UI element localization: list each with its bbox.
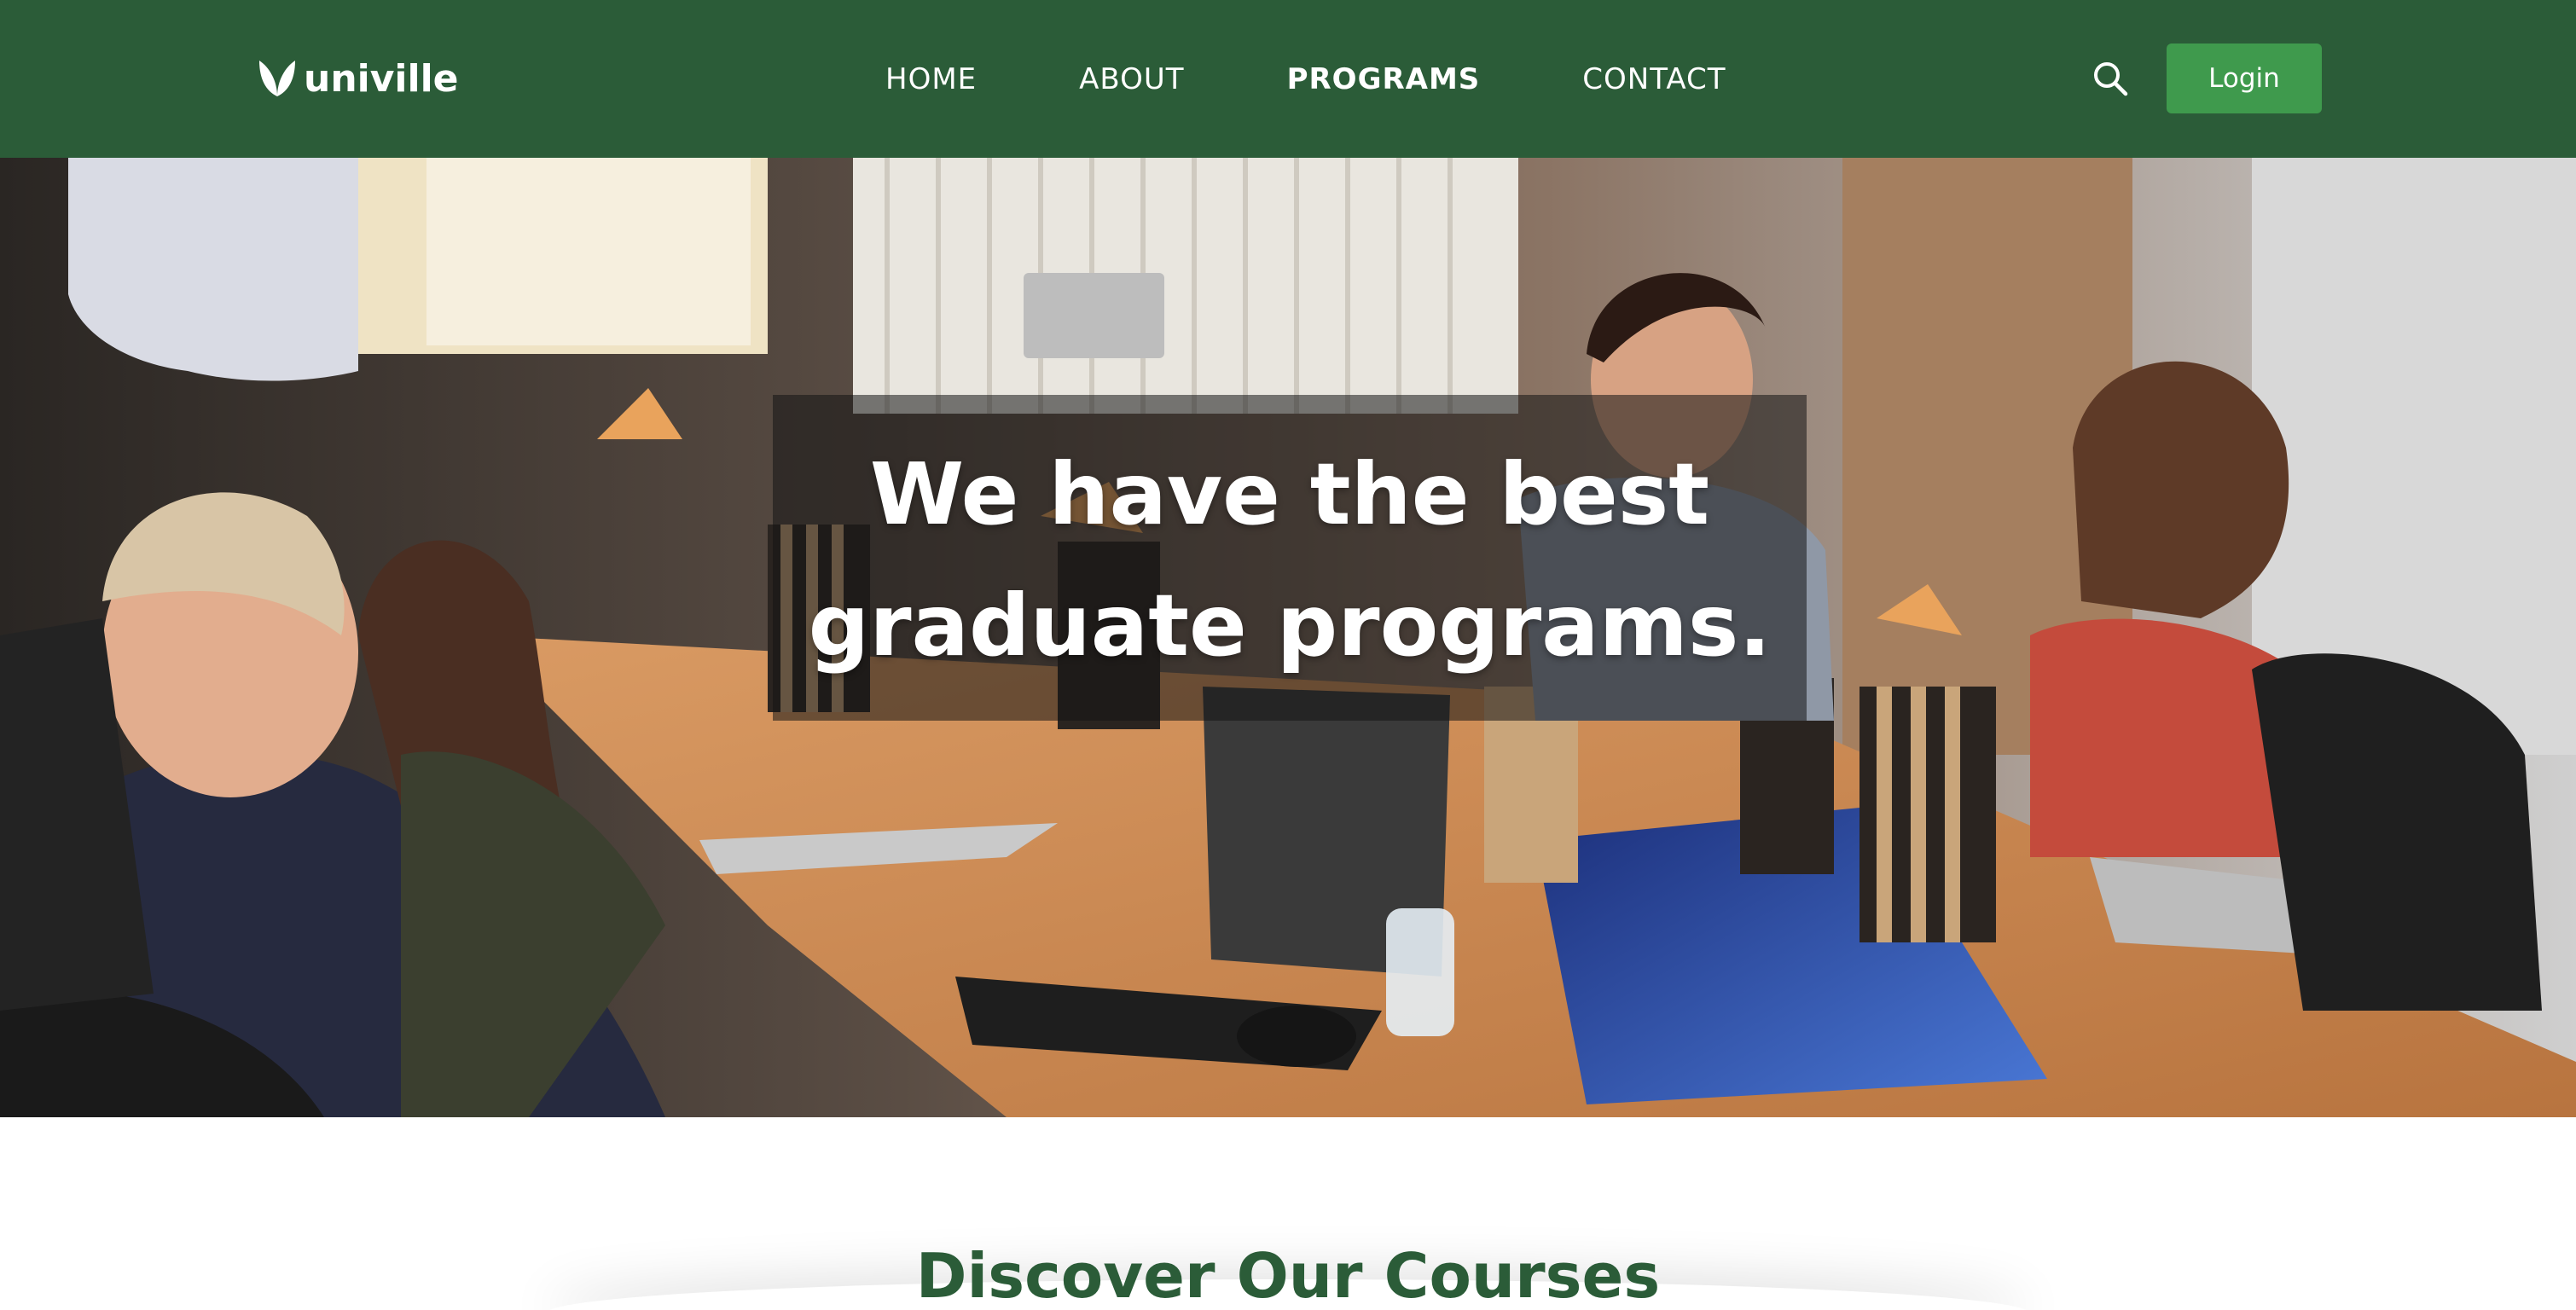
logo-leaf-icon bbox=[259, 61, 295, 96]
login-button[interactable]: Login bbox=[2167, 43, 2322, 113]
section-title: Discover Our Courses bbox=[915, 1240, 1661, 1310]
search-icon[interactable] bbox=[2092, 60, 2129, 97]
hero-title-line-1: We have the best bbox=[869, 444, 1710, 544]
main-nav: HOME ABOUT PROGRAMS CONTACT bbox=[885, 58, 1829, 101]
site-header: univille HOME ABOUT PROGRAMS CONTACT Log… bbox=[0, 0, 2576, 158]
hero-title: We have the best graduate programs. bbox=[773, 429, 1807, 692]
hero-banner: We have the best graduate programs. bbox=[0, 158, 2576, 1117]
nav-home[interactable]: HOME bbox=[885, 62, 977, 96]
hero-title-line-2: graduate programs. bbox=[808, 576, 1772, 675]
logo-text: univille bbox=[304, 56, 459, 101]
logo[interactable]: univille bbox=[256, 53, 459, 104]
nav-about[interactable]: ABOUT bbox=[1079, 62, 1184, 96]
nav-contact[interactable]: CONTACT bbox=[1582, 62, 1726, 96]
nav-programs[interactable]: PROGRAMS bbox=[1287, 62, 1481, 96]
